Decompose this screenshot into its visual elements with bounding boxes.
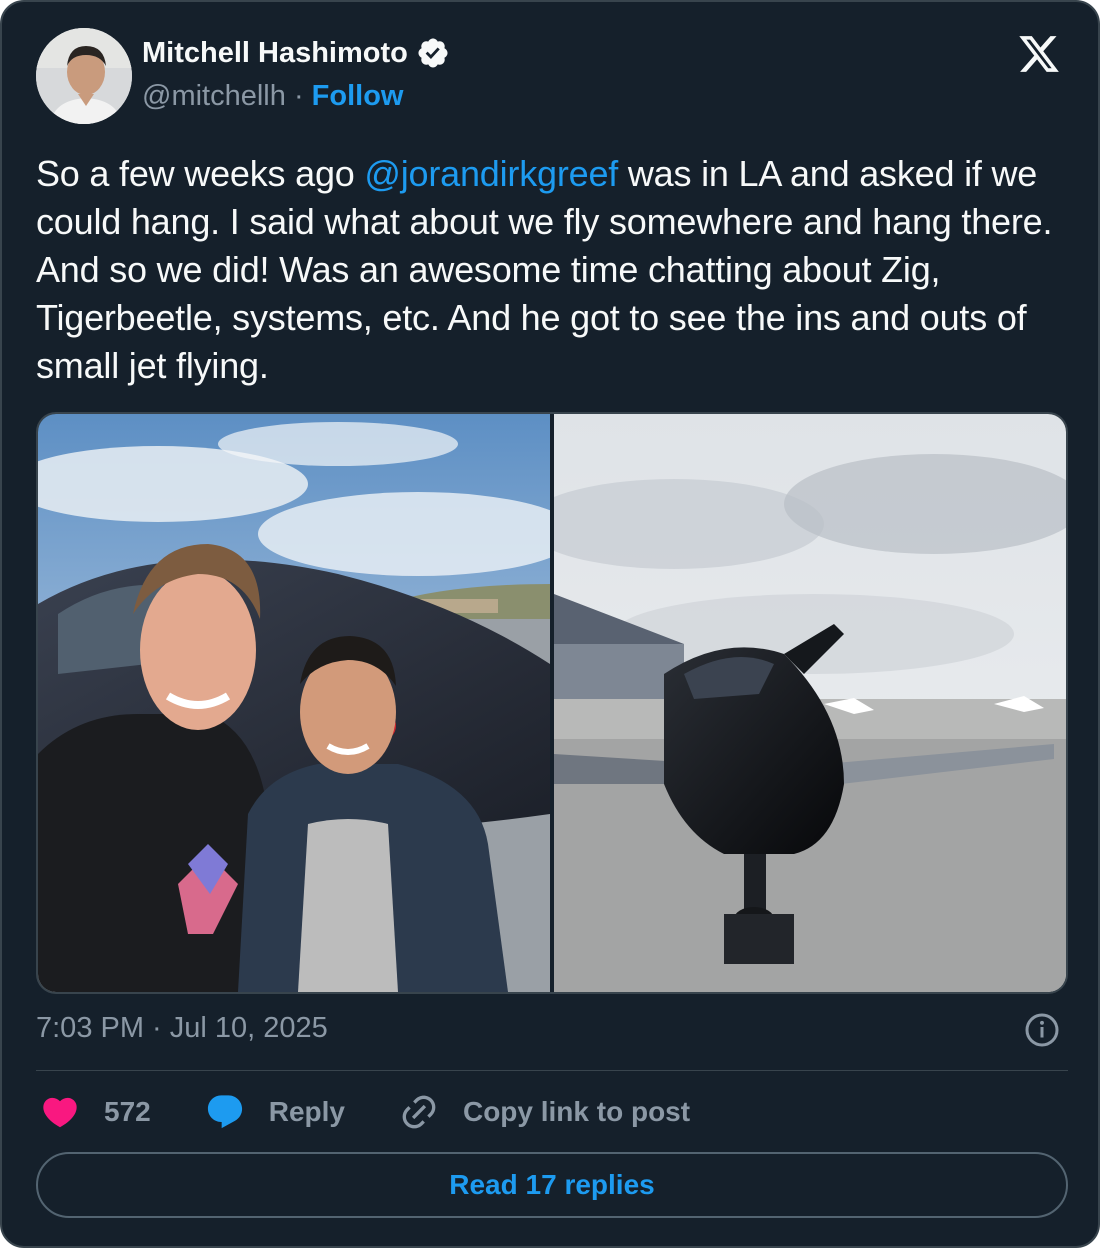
action-bar: 572 Reply Copy link to post (40, 1088, 690, 1136)
heart-icon (43, 1097, 77, 1128)
post-timestamp[interactable]: 7:03 PM · Jul 10, 2025 (36, 1012, 328, 1045)
verified-badge-icon (418, 38, 448, 68)
author-handle-row: @mitchellh · Follow (142, 80, 404, 113)
copy-link-label: Copy link to post (462, 1096, 691, 1127)
follow-button[interactable]: Follow (312, 80, 404, 112)
read-replies-button[interactable]: Read 17 replies (36, 1152, 1068, 1218)
tweet-text: So a few weeks ago @jorandirkgreef was i… (36, 150, 1076, 390)
author-avatar[interactable] (36, 28, 132, 124)
link-icon (402, 1095, 436, 1129)
media-grid (36, 412, 1068, 994)
avatar-image (36, 28, 132, 124)
jet-photo[interactable] (554, 414, 1066, 992)
like-count: 572 (104, 1096, 151, 1127)
copy-link-button[interactable]: Copy link to post (399, 1092, 690, 1132)
handle-separator: · (293, 80, 304, 112)
separator (36, 1070, 1068, 1071)
x-logo-icon[interactable] (1016, 32, 1062, 76)
tweet-embed-card: Mitchell Hashimoto @mitchellh · Follow S… (0, 0, 1100, 1248)
info-icon[interactable] (1024, 1012, 1060, 1048)
tweet-text-start: So a few weeks ago (36, 153, 365, 194)
mention-link[interactable]: @jorandirkgreef (364, 153, 618, 194)
author-name-row[interactable]: Mitchell Hashimoto (142, 36, 450, 70)
reply-button[interactable]: Reply (205, 1092, 345, 1132)
reply-bubble-icon (207, 1095, 242, 1129)
author-name[interactable]: Mitchell Hashimoto (142, 37, 408, 70)
like-button[interactable]: 572 (40, 1092, 151, 1132)
reply-label: Reply (268, 1096, 345, 1127)
selfie-photo[interactable] (38, 414, 550, 992)
author-handle[interactable]: @mitchellh (142, 80, 286, 112)
